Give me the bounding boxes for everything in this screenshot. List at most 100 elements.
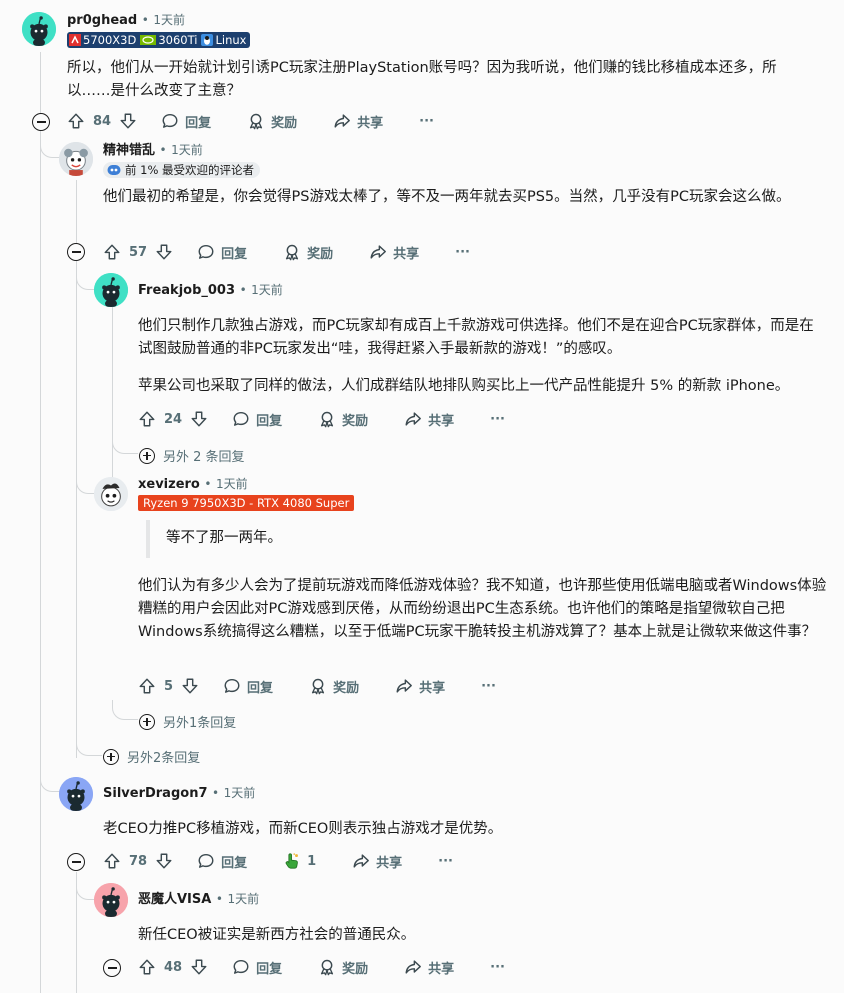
downvote-icon[interactable]: [155, 852, 173, 870]
upvote-icon[interactable]: [138, 410, 156, 428]
share-button[interactable]: 共享: [395, 677, 445, 696]
timestamp[interactable]: 1天前: [227, 892, 259, 906]
comment-header: 精神错乱 • 1天前: [103, 142, 203, 159]
avatar[interactable]: [94, 477, 128, 511]
reply-icon: [197, 243, 215, 261]
avatar[interactable]: [94, 883, 128, 917]
username[interactable]: 恶魔人VISA: [138, 892, 211, 907]
reply-label: 回复: [247, 680, 274, 696]
reply-label: 回复: [256, 961, 283, 977]
reply-button[interactable]: 回复: [223, 677, 273, 696]
user-flair: 5700X3D 3060Ti Linux: [67, 32, 251, 48]
award-label: 奖励: [333, 680, 360, 696]
expand-icon: [139, 713, 155, 730]
more-replies-link[interactable]: 另外2条回复: [103, 747, 200, 766]
reply-button[interactable]: 回复: [232, 958, 282, 977]
collapse-button[interactable]: [103, 959, 121, 977]
comment-body-paragraph-2: 苹果公司也采取了同样的做法，人们成群结队地排队购买比上一代产品性能提升 5% 的…: [138, 378, 790, 394]
more-options-button[interactable]: ···: [438, 854, 453, 869]
more-options-button[interactable]: ···: [455, 245, 470, 260]
username[interactable]: pr0ghead: [67, 13, 137, 28]
award-label: 奖励: [342, 413, 369, 429]
vote-count: 5: [164, 678, 174, 694]
share-icon: [333, 112, 351, 130]
downvote-icon[interactable]: [119, 112, 137, 130]
comment-actions: 78 回复 1 共享 ···: [103, 849, 453, 873]
more-options-button[interactable]: ···: [419, 114, 434, 129]
upvote-icon[interactable]: [67, 112, 85, 130]
comment-actions: 57 回复 奖励 共享 ···: [103, 240, 470, 264]
timestamp[interactable]: 1天前: [171, 143, 203, 157]
timestamp[interactable]: 1天前: [251, 283, 283, 297]
expand-icon: [103, 748, 119, 765]
share-button[interactable]: 共享: [369, 243, 419, 262]
share-button[interactable]: 共享: [333, 112, 383, 131]
top-commenter-badge: 前 1% 最受欢迎的评论者: [103, 162, 261, 178]
more-options-icon: ···: [455, 244, 470, 260]
reply-button[interactable]: 回复: [232, 410, 282, 429]
separator-dot: •: [141, 13, 149, 27]
share-button[interactable]: 共享: [404, 410, 454, 429]
blockquote: 等不了那一两年。: [146, 520, 446, 558]
linux-icon: [201, 34, 214, 46]
downvote-icon[interactable]: [190, 958, 208, 976]
avatar[interactable]: [94, 273, 128, 307]
more-replies-link[interactable]: 另外 2 条回复: [139, 446, 245, 465]
flair-gpu: 3060Ti: [158, 33, 198, 47]
reply-button[interactable]: 回复: [197, 243, 247, 262]
share-label: 共享: [428, 413, 455, 429]
share-button[interactable]: 共享: [404, 958, 454, 977]
upvote-icon[interactable]: [103, 852, 121, 870]
comment-header: xevizero • 1天前: [138, 476, 248, 493]
award-button[interactable]: 奖励: [309, 677, 359, 696]
timestamp[interactable]: 1天前: [216, 477, 248, 491]
flair-cpu: 5700X3D: [83, 33, 137, 47]
vote-count: 48: [164, 959, 183, 975]
more-options-button[interactable]: ···: [490, 960, 505, 975]
downvote-icon[interactable]: [190, 410, 208, 428]
vote-group: 48: [138, 958, 208, 976]
vote-count: 84: [93, 113, 112, 129]
share-button[interactable]: 共享: [352, 852, 402, 871]
comment-actions: 84 回复 奖励 共享 ···: [67, 109, 434, 133]
username[interactable]: 精神错乱: [103, 143, 155, 158]
vote-group: 78: [103, 852, 173, 870]
award-button[interactable]: 奖励: [318, 958, 368, 977]
collapse-button[interactable]: [67, 853, 85, 871]
award-button[interactable]: 奖励: [283, 243, 333, 262]
avatar[interactable]: [22, 12, 56, 46]
collapse-button[interactable]: [67, 243, 85, 261]
thread-line-level2[interactable]: [112, 306, 113, 492]
more-options-button[interactable]: ···: [490, 412, 505, 427]
upvote-icon[interactable]: [138, 677, 156, 695]
thread-line-root[interactable]: [40, 52, 41, 993]
downvote-icon[interactable]: [155, 243, 173, 261]
avatar[interactable]: [59, 142, 93, 176]
timestamp[interactable]: 1天前: [224, 786, 256, 800]
more-replies-link[interactable]: 另外1条回复: [139, 712, 236, 731]
reply-icon: [223, 677, 241, 695]
reply-button[interactable]: 回复: [197, 852, 247, 871]
avatar[interactable]: [59, 777, 93, 811]
award-button[interactable]: 奖励: [247, 112, 297, 131]
upvote-icon[interactable]: [138, 958, 156, 976]
award-button[interactable]: 奖励: [318, 410, 368, 429]
timestamp[interactable]: 1天前: [153, 13, 185, 27]
comment-body: 新任CEO被证实是新西方社会的普通民众。: [138, 927, 416, 943]
upvote-icon[interactable]: [103, 243, 121, 261]
share-label: 共享: [419, 680, 446, 696]
username[interactable]: Freakjob_003: [138, 283, 235, 298]
more-options-button[interactable]: ···: [481, 679, 496, 694]
comment-actions: 48 回复 奖励 共享 ···: [138, 955, 505, 979]
collapse-button[interactable]: [32, 113, 50, 131]
share-icon: [352, 852, 370, 870]
downvote-icon[interactable]: [181, 677, 199, 695]
more-options-icon: ···: [438, 853, 453, 869]
award-count-button[interactable]: 1: [283, 852, 316, 870]
thread-curve-reply-3: [76, 470, 94, 494]
username[interactable]: SilverDragon7: [103, 786, 208, 801]
username[interactable]: xevizero: [138, 477, 200, 492]
reply-button[interactable]: 回复: [161, 112, 211, 131]
reply-icon: [232, 958, 250, 976]
reply-icon: [232, 410, 250, 428]
